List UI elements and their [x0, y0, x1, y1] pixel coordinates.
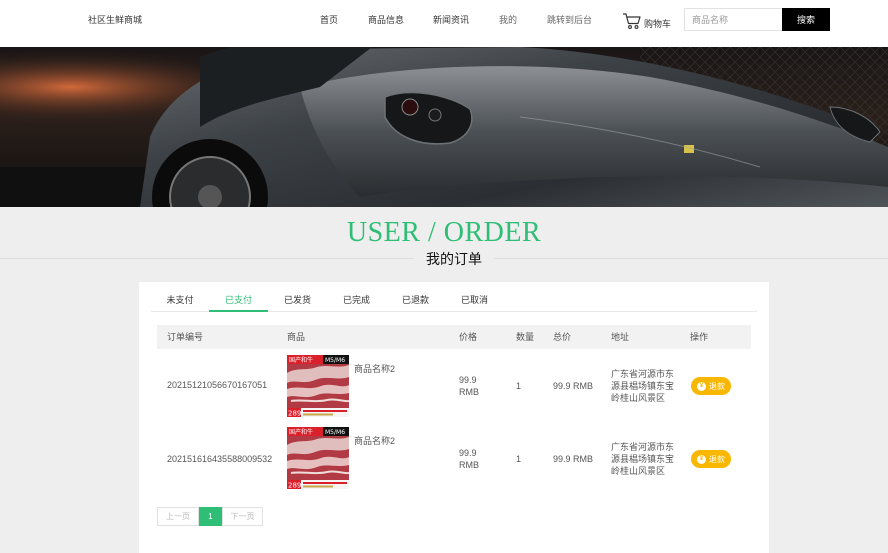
th-order-no: 订单编号: [167, 332, 204, 342]
th-quantity: 数量: [516, 332, 535, 342]
search-input[interactable]: [684, 8, 782, 31]
product-badge-right: M5/M6: [325, 429, 345, 436]
product-badge-right: M5/M6: [325, 357, 345, 364]
top-header: 社区生鲜商城 首页 商品信息 新闻资讯 我的 跳转到后台 购物车 搜索: [0, 0, 888, 47]
yen-icon: ¥: [697, 454, 706, 464]
refund-button[interactable]: ¥ 退款: [691, 450, 731, 468]
nav-news[interactable]: 新闻资讯: [433, 14, 469, 26]
tab-completed[interactable]: 已完成: [327, 290, 386, 312]
page-title-en: USER / ORDER: [346, 217, 542, 248]
yen-icon: ¥: [697, 381, 706, 391]
order-tabs: 未支付 已支付 已发货 已完成 已退款 已取消: [151, 290, 757, 312]
next-page-button[interactable]: 下一页: [222, 507, 263, 526]
order-number: 20215161643558800953​2: [167, 454, 273, 464]
table-row: 20215121056670167051 国产和牛 M5/M6 289 商品名称…: [157, 349, 751, 419]
product-price-tag: 289: [288, 410, 301, 418]
tab-cancelled[interactable]: 已取消: [445, 290, 504, 312]
th-action: 操作: [690, 332, 709, 342]
refund-button[interactable]: ¥ 退款: [691, 377, 731, 395]
nav-mine[interactable]: 我的: [499, 14, 517, 26]
pagination: 上一页 1 下一页: [157, 507, 263, 526]
tab-unpaid[interactable]: 未支付: [151, 290, 209, 312]
product-price-tag: 289: [288, 482, 301, 490]
tab-refunded[interactable]: 已退款: [386, 290, 445, 312]
address-line: 源县椙场镇东宝: [611, 381, 675, 391]
th-total: 总价: [553, 332, 572, 342]
product-badge-left: 国产和牛: [289, 356, 313, 364]
total-value: 99.9 RMB: [553, 381, 594, 391]
shopping-cart-icon: [623, 13, 641, 29]
quantity-value: 1: [516, 454, 522, 464]
search-button[interactable]: 搜索: [782, 8, 830, 31]
quantity-value: 1: [516, 381, 522, 391]
tab-shipped[interactable]: 已发货: [268, 290, 327, 312]
price-currency: RMB: [459, 460, 479, 470]
page-1-button[interactable]: 1: [199, 507, 222, 526]
product-name[interactable]: 商品名称2: [354, 363, 395, 375]
th-price: 价格: [459, 332, 478, 342]
product-image[interactable]: 国产和牛 M5/M6 289: [287, 355, 349, 417]
address-line: 广东省河源市东: [611, 442, 675, 452]
price-currency: RMB: [459, 387, 479, 397]
price-value: 99.9: [459, 448, 477, 458]
th-product: 商品: [287, 332, 306, 342]
table-header: 订单编号 商品 价格 数量 总价 地址 操作: [157, 325, 751, 349]
nav-admin[interactable]: 跳转到后台: [547, 14, 592, 26]
total-value: 99.9 RMB: [553, 454, 594, 464]
prev-page-button[interactable]: 上一页: [157, 507, 199, 526]
th-address: 地址: [611, 332, 630, 342]
cart-link[interactable]: 购物车: [622, 10, 671, 30]
refund-label: 退款: [709, 454, 725, 464]
address-line: 源县椙场镇东宝: [611, 454, 675, 464]
table-row: 20215161643558800953​2 国产和牛 M5/M6 289 商品…: [157, 422, 751, 492]
tab-paid[interactable]: 已支付: [209, 290, 268, 312]
site-brand[interactable]: 社区生鲜商城: [88, 14, 142, 26]
product-image[interactable]: 国产和牛 M5/M6 289: [287, 427, 349, 489]
banner-image: [0, 47, 888, 207]
address-line: 广东省河源市东: [611, 369, 675, 379]
address-line: 岭桂山风景区: [611, 466, 666, 476]
address-line: 岭桂山风景区: [611, 393, 666, 403]
product-name[interactable]: 商品名称2: [354, 435, 395, 447]
cart-label: 购物车: [644, 19, 672, 29]
order-panel: 未支付 已支付 已发货 已完成 已退款 已取消 订单编号 商品 价格 数量 总价…: [139, 282, 769, 553]
page-title-cn: 我的订单: [414, 250, 494, 268]
product-badge-left: 国产和牛: [289, 428, 313, 436]
order-number: 20215121056670167051: [167, 380, 268, 390]
nav-products[interactable]: 商品信息: [368, 14, 404, 26]
nav-home[interactable]: 首页: [320, 14, 338, 26]
price-value: 99.9: [459, 375, 477, 385]
refund-label: 退款: [709, 381, 725, 391]
